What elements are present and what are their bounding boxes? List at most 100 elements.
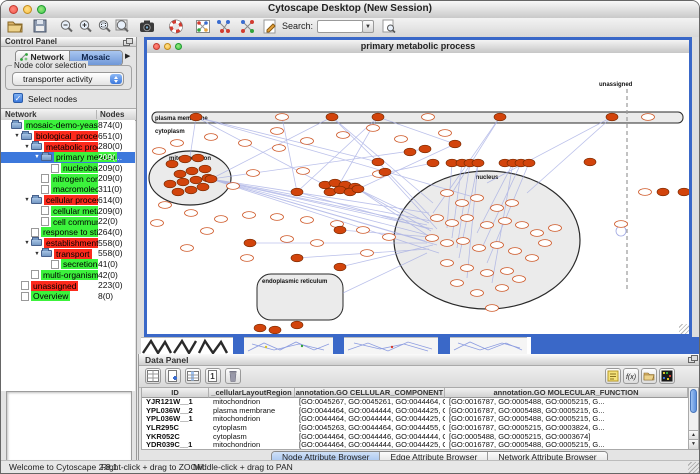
table-row[interactable]: YPL036W__1mitochondrion[GO:0044464, GO:0…: [142, 415, 688, 424]
network-node[interactable]: [247, 170, 260, 177]
network-node[interactable]: [185, 186, 197, 194]
select-nodes-checkbox[interactable]: ✓: [13, 93, 23, 103]
network-node[interactable]: [271, 214, 284, 221]
network-node[interactable]: [471, 290, 484, 297]
column-header[interactable]: annotation.GO MOLECULAR_FUNCTION: [445, 388, 688, 398]
tree-item[interactable]: ▼metabolic process280(0): [1, 141, 135, 152]
network-node[interactable]: [190, 113, 202, 121]
network-node[interactable]: [174, 170, 186, 178]
network-node[interactable]: [523, 159, 535, 167]
network-node[interactable]: [367, 125, 380, 132]
zoom-out-icon[interactable]: [58, 19, 76, 35]
network-node[interactable]: [441, 260, 454, 267]
network-node[interactable]: [441, 190, 454, 197]
zoom-in-icon[interactable]: [77, 19, 95, 35]
help-ring-icon[interactable]: [167, 19, 185, 35]
open-icon[interactable]: [6, 19, 24, 35]
network-node[interactable]: [185, 210, 198, 217]
column-header[interactable]: ID: [142, 388, 209, 398]
zoom-window-icon[interactable]: [37, 5, 46, 14]
matrix-icon[interactable]: [659, 368, 675, 384]
view-minimize-icon[interactable]: [164, 43, 171, 50]
background-window[interactable]: [344, 337, 438, 354]
network-node[interactable]: [486, 305, 499, 312]
tree-column-network[interactable]: Network: [5, 110, 37, 119]
network-node[interactable]: [215, 216, 228, 223]
search-input[interactable]: [317, 20, 363, 33]
network-node[interactable]: [244, 239, 256, 247]
network-node[interactable]: [159, 202, 172, 209]
network-node[interactable]: [606, 113, 618, 121]
network-node[interactable]: [481, 270, 494, 277]
network-node[interactable]: [273, 145, 286, 152]
network-node[interactable]: [516, 222, 529, 229]
network-node[interactable]: [642, 114, 655, 121]
network-node[interactable]: [473, 245, 486, 252]
network-node[interactable]: [192, 154, 204, 162]
zoom-fit-icon[interactable]: [114, 19, 132, 35]
network-node[interactable]: [361, 250, 374, 257]
network-node[interactable]: [291, 188, 303, 196]
network-node[interactable]: [201, 228, 214, 235]
snapshot-icon[interactable]: [138, 19, 156, 35]
network-node[interactable]: [334, 263, 346, 271]
tree-column-nodes[interactable]: Nodes: [96, 110, 124, 119]
network-node[interactable]: [254, 324, 266, 332]
network-node[interactable]: [334, 226, 346, 234]
layout-edges-icon[interactable]: [239, 19, 257, 35]
network-node[interactable]: [615, 221, 628, 228]
view-zoom-icon[interactable]: [175, 43, 182, 50]
tree-item[interactable]: response to stimulu264(0): [1, 227, 135, 238]
network-node[interactable]: [419, 145, 431, 153]
table-row[interactable]: YKR052Ccytoplasm[GO:0044464, GO:0044446,…: [142, 433, 688, 442]
network-node[interactable]: [177, 178, 189, 186]
table-scrollbar[interactable]: ▲ ▼: [688, 387, 699, 450]
new-attribute-icon[interactable]: [165, 368, 181, 384]
expand-triangle-icon[interactable]: ▼: [33, 154, 41, 160]
tree-item[interactable]: nitrogen compo209(0): [1, 173, 135, 184]
network-node[interactable]: [431, 215, 444, 222]
network-node[interactable]: [179, 155, 191, 163]
expand-triangle-icon[interactable]: ▼: [23, 144, 31, 150]
network-node[interactable]: [241, 255, 254, 262]
network-node[interactable]: [301, 217, 314, 224]
network-node[interactable]: [457, 238, 470, 245]
network-node[interactable]: [494, 113, 506, 121]
tree-item[interactable]: cell communicat22(0): [1, 216, 135, 227]
network-node[interactable]: [227, 183, 240, 190]
network-node[interactable]: [199, 165, 211, 173]
network-node[interactable]: [584, 158, 596, 166]
network-node[interactable]: [383, 234, 396, 241]
tree-item[interactable]: ▼establishment of lo558(0): [1, 238, 135, 249]
network-node[interactable]: [549, 225, 562, 232]
float-panel-icon[interactable]: [123, 38, 133, 46]
network-node[interactable]: [379, 168, 391, 176]
table-row[interactable]: YPL036W__2plasma membrane[GO:0044464, GO…: [142, 407, 688, 416]
network-node[interactable]: [205, 175, 217, 183]
scrollbar-thumb[interactable]: [690, 389, 697, 413]
network-node[interactable]: [481, 222, 494, 229]
background-window[interactable]: [450, 337, 527, 354]
network-node[interactable]: [372, 158, 384, 166]
network-node[interactable]: [271, 128, 284, 135]
tree-item[interactable]: macromolecule311(0): [1, 184, 135, 195]
network-node[interactable]: [491, 205, 504, 212]
network-node[interactable]: [337, 132, 350, 139]
close-window-icon[interactable]: [9, 5, 18, 14]
network-node[interactable]: [151, 220, 164, 227]
network-node[interactable]: [311, 240, 324, 247]
network-node[interactable]: [461, 215, 474, 222]
table-row[interactable]: YLR295Ccytoplasm[GO:0045263, GO:0044464,…: [142, 424, 688, 433]
expand-triangle-icon[interactable]: ▼: [23, 240, 31, 246]
network-node[interactable]: [190, 176, 202, 184]
birds-eye-view[interactable]: [6, 391, 132, 462]
scroll-down-icon[interactable]: ▼: [689, 439, 698, 449]
tree-item[interactable]: cellular metabo209(0): [1, 206, 135, 217]
network-node[interactable]: [291, 254, 303, 262]
tab-overflow-icon[interactable]: ▶: [125, 52, 130, 60]
tree-item[interactable]: ▼transport558(0): [1, 248, 135, 259]
network-node[interactable]: [526, 255, 539, 262]
network-node[interactable]: [509, 248, 522, 255]
node-color-dropdown[interactable]: transporter activity: [12, 72, 124, 86]
network-node[interactable]: [372, 113, 384, 121]
